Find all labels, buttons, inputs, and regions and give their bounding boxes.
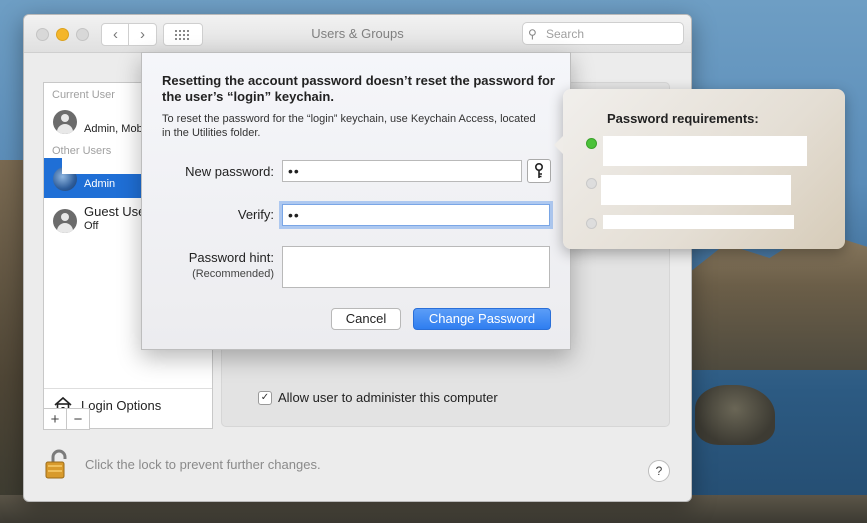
avatar: [53, 209, 77, 233]
login-options-label: Login Options: [81, 397, 162, 413]
allow-admin-label: Allow user to administer this computer: [278, 390, 498, 405]
lock-message: Click the lock to prevent further change…: [85, 456, 321, 472]
new-password-value: ••: [288, 163, 300, 179]
sheet-title: Resetting the account password doesn’t r…: [162, 73, 555, 104]
redaction-mask: [62, 154, 146, 174]
unlocked-lock-icon[interactable]: [43, 448, 73, 480]
search-icon: ⚲: [528, 26, 537, 41]
verify-field[interactable]: ••: [282, 204, 550, 226]
requirement-unmet-indicator: [586, 218, 597, 229]
title-bar: ‹ › Users & Groups ⚲ Search: [24, 15, 691, 53]
user-role: Admin: [84, 178, 116, 190]
requirement-item: [603, 136, 807, 166]
cancel-button[interactable]: Cancel: [331, 308, 401, 330]
requirements-title: Password requirements:: [607, 111, 759, 126]
new-password-field[interactable]: ••: [282, 160, 522, 182]
requirement-item: [603, 215, 794, 229]
requirement-item: [601, 175, 791, 205]
help-button[interactable]: ?: [648, 460, 670, 482]
add-user-button[interactable]: +: [43, 408, 67, 430]
new-password-label: New password:: [185, 164, 274, 179]
requirement-met-indicator: [586, 138, 597, 149]
allow-admin-checkbox[interactable]: ✓ Allow user to administer this computer: [258, 390, 498, 405]
desktop-wallpaper-rock: [695, 385, 775, 445]
verify-label: Verify:: [237, 207, 274, 222]
password-hint-field[interactable]: [282, 246, 550, 288]
current-user-header: Current User: [52, 89, 115, 101]
lock-area: Click the lock to prevent further change…: [43, 448, 321, 480]
remove-user-button[interactable]: −: [66, 408, 90, 430]
user-name: Guest User: [84, 204, 150, 219]
reset-password-sheet: Resetting the account password doesn’t r…: [141, 52, 571, 350]
password-assistant-button[interactable]: [527, 159, 551, 183]
change-password-button[interactable]: Change Password: [413, 308, 551, 330]
avatar: [53, 110, 77, 134]
sheet-info: To reset the password for the “login” ke…: [162, 113, 536, 139]
requirement-unmet-indicator: [586, 178, 597, 189]
checkmark-icon: ✓: [258, 390, 272, 405]
verify-value: ••: [288, 207, 300, 223]
search-placeholder: Search: [546, 26, 585, 41]
password-hint-sublabel: (Recommended): [192, 268, 274, 280]
user-role: Off: [84, 220, 99, 232]
password-hint-label: Password hint:: [188, 250, 274, 265]
key-icon: [535, 163, 543, 178]
password-requirements-popover: Password requirements:: [554, 89, 845, 249]
user-role: Admin, Mob: [84, 123, 143, 135]
search-input[interactable]: ⚲ Search: [522, 22, 684, 45]
desktop-wallpaper-island: [690, 230, 867, 370]
